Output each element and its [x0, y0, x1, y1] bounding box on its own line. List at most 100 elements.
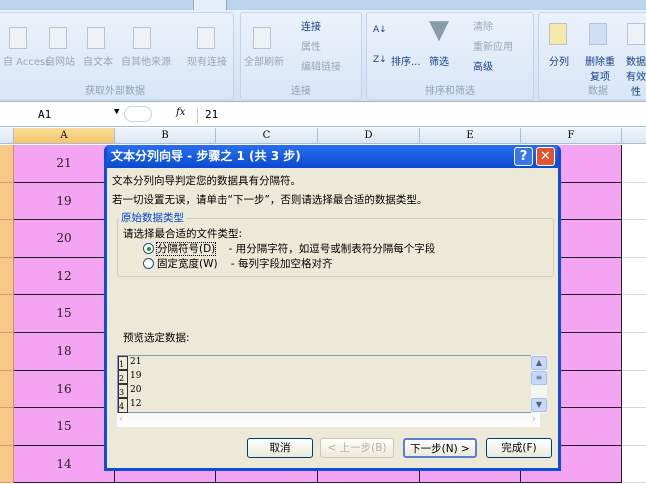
group-label: 获取外部数据: [85, 86, 145, 97]
help-button[interactable]: ?: [514, 147, 533, 166]
row-header[interactable]: [0, 220, 14, 258]
column-header-G[interactable]: [622, 128, 646, 144]
group-label: 连接: [291, 86, 311, 97]
radio-fixed-width[interactable]: [143, 258, 154, 269]
cell-A8[interactable]: 15: [14, 408, 115, 446]
name-box[interactable]: A1: [38, 108, 51, 121]
file-type-prompt: 请选择最合适的文件类型:: [123, 228, 243, 240]
remove-duplicates-button[interactable]: 删除重复项: [583, 53, 617, 83]
from-web-button[interactable]: 自网站: [45, 53, 75, 68]
cell-A3[interactable]: 20: [14, 220, 115, 258]
option-delimited[interactable]: 分隔符号(D) - 用分隔字符，如逗号或制表符分隔每个字段: [143, 241, 435, 256]
row-header[interactable]: [0, 445, 14, 484]
radio-delimited[interactable]: [143, 243, 154, 254]
reapply-button[interactable]: 重新应用: [473, 38, 513, 53]
preview-box[interactable]: 1 21 2 19 3 20 4 12: [117, 355, 540, 413]
column-header-B[interactable]: B: [115, 128, 216, 144]
group-get-external-data: 自 Access 自网站 自文本 自其他来源 现有连接 获取外部数据: [0, 12, 234, 100]
row-header[interactable]: [0, 370, 14, 409]
back-button[interactable]: < 上一步(B): [320, 438, 394, 458]
column-header-D[interactable]: D: [318, 128, 420, 144]
access-icon: [9, 27, 27, 49]
text-to-columns-button[interactable]: 分列: [549, 53, 569, 68]
scroll-left-icon[interactable]: ‹: [119, 413, 123, 425]
scroll-up-icon[interactable]: ▲: [531, 356, 547, 370]
scroll-right-icon[interactable]: ›: [532, 413, 536, 425]
next-button[interactable]: 下一步(N) >: [403, 438, 477, 458]
table-cell[interactable]: [622, 446, 646, 484]
table-cell[interactable]: [622, 295, 646, 333]
dialog-titlebar: 文本分列向导 - 步骤之 1 (共 3 步) ? ✕: [107, 145, 558, 168]
row-header[interactable]: [0, 182, 14, 221]
frame-title: 原始数据类型: [119, 210, 186, 225]
from-text-button[interactable]: 自文本: [83, 53, 113, 68]
data-validation-icon: [627, 23, 645, 45]
option-fixed-width[interactable]: 固定宽度(W) - 每列字段加空格对齐: [143, 256, 333, 271]
existing-connections-button[interactable]: 现有连接: [187, 53, 227, 68]
refresh-icon: [253, 27, 271, 49]
table-cell[interactable]: [622, 408, 646, 446]
scroll-down-icon[interactable]: ▼: [531, 398, 547, 412]
cell-A9[interactable]: 14: [14, 445, 115, 484]
text-to-columns-icon: [549, 23, 567, 45]
filter-button[interactable]: 筛选: [429, 53, 449, 68]
sort-desc-icon[interactable]: Z↓: [373, 55, 387, 65]
group-label: 数据: [588, 86, 608, 97]
name-box-dropdown-icon[interactable]: ▼: [114, 107, 119, 117]
from-other-sources-button[interactable]: 自其他来源: [121, 53, 171, 68]
column-header-F[interactable]: F: [521, 128, 622, 144]
refresh-all-button[interactable]: 全部刷新: [244, 53, 284, 68]
group-label: 排序和筛选: [425, 86, 475, 97]
advanced-button[interactable]: 高级: [473, 58, 493, 73]
column-header-E[interactable]: E: [420, 128, 521, 144]
formula-input[interactable]: 21: [205, 108, 218, 121]
group-data-tools: 分列 删除重复项 数据有效性 数据: [538, 12, 646, 100]
cancel-button[interactable]: 取消: [247, 438, 313, 458]
ribbon-tabs: [0, 0, 646, 12]
edit-links-button[interactable]: 编辑链接: [301, 58, 341, 73]
preview-vertical-scrollbar[interactable]: ▲ ≡ ▼: [531, 355, 547, 413]
preview-horizontal-scrollbar[interactable]: ‹ ›: [117, 413, 540, 427]
table-cell[interactable]: [622, 145, 646, 183]
cell-A2[interactable]: 19: [14, 182, 115, 221]
text-to-columns-dialog: 文本分列向导 - 步骤之 1 (共 3 步) ? ✕ 文本分列向导判定您的数据具…: [104, 145, 561, 471]
group-connections: 全部刷新 连接 属性 编辑链接 连接: [240, 12, 362, 100]
formula-separator: [124, 106, 152, 122]
cell-A6[interactable]: 18: [14, 333, 115, 371]
row-header[interactable]: [0, 333, 14, 371]
table-cell[interactable]: [622, 333, 646, 371]
table-cell[interactable]: [622, 220, 646, 258]
fx-icon[interactable]: fx: [176, 107, 185, 118]
dialog-title: 文本分列向导 - 步骤之 1 (共 3 步): [111, 149, 301, 163]
table-cell[interactable]: [622, 258, 646, 296]
existing-connections-icon: [197, 27, 215, 49]
sort-button[interactable]: 排序...: [391, 53, 421, 68]
web-icon: [49, 27, 67, 49]
close-button[interactable]: ✕: [536, 147, 555, 166]
group-sort-filter: A↓ Z↓ 排序... ▼ 筛选 清除 重新应用 高级 排序和筛选: [366, 12, 534, 100]
cell-A4[interactable]: 12: [14, 257, 115, 296]
row-header[interactable]: [0, 145, 14, 183]
table-cell[interactable]: [622, 371, 646, 409]
cell-A7[interactable]: 16: [14, 370, 115, 409]
row-header[interactable]: [0, 257, 14, 296]
table-cell[interactable]: [622, 183, 646, 221]
clear-button[interactable]: 清除: [473, 18, 493, 33]
connections-button[interactable]: 连接: [301, 18, 321, 33]
cell-A1[interactable]: 21: [14, 145, 115, 183]
sort-asc-icon[interactable]: A↓: [373, 25, 387, 35]
remove-duplicates-icon: [589, 23, 607, 45]
select-all-corner[interactable]: [0, 128, 14, 144]
cell-A5[interactable]: 15: [14, 295, 115, 333]
row-header[interactable]: [0, 408, 14, 446]
column-header-C[interactable]: C: [216, 128, 318, 144]
filter-icon: ▼: [429, 15, 449, 45]
scroll-thumb[interactable]: ≡: [531, 371, 547, 385]
finish-button[interactable]: 完成(F): [486, 438, 552, 458]
column-header-A[interactable]: A: [14, 128, 115, 144]
text-icon: [87, 27, 105, 49]
from-access-button[interactable]: 自 Access: [3, 53, 50, 68]
row-header[interactable]: [0, 295, 14, 333]
properties-button[interactable]: 属性: [301, 38, 321, 53]
other-sources-icon: [133, 27, 151, 49]
